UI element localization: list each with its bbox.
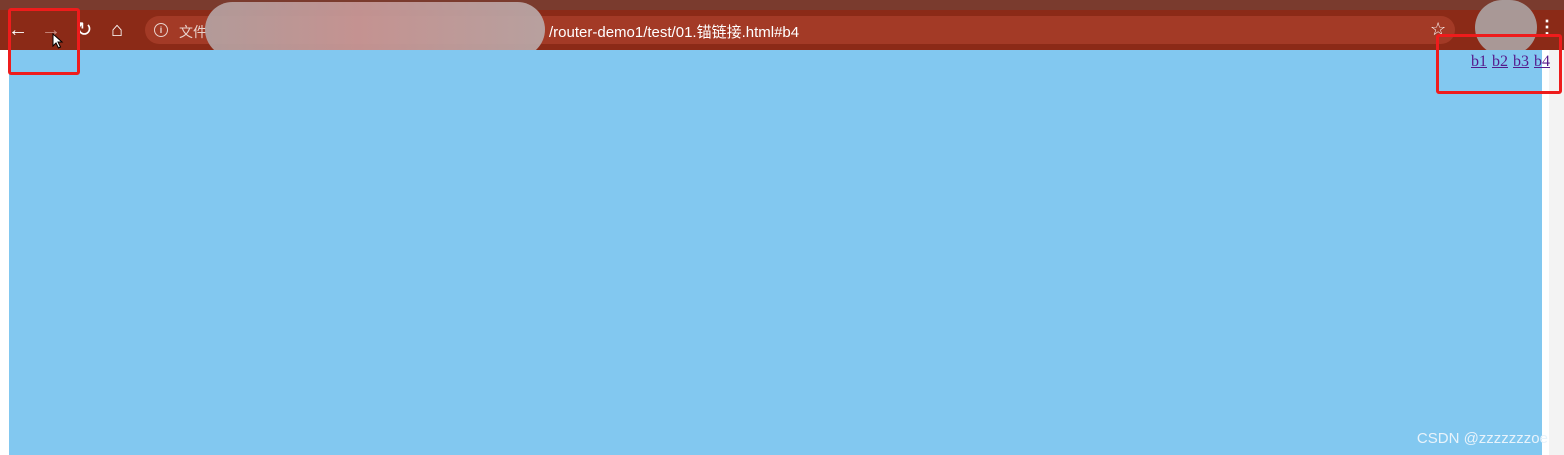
highlight-box-links (1436, 34, 1562, 94)
mouse-cursor-icon (52, 33, 64, 49)
home-icon: ⌂ (110, 19, 124, 41)
vertical-scrollbar[interactable] (1549, 50, 1564, 455)
home-button[interactable]: ⌂ (102, 15, 132, 45)
url-text[interactable]: /router-demo1/test/01.锚链接.html#b4 (549, 21, 799, 42)
page-content-area (9, 50, 1542, 455)
highlight-box-nav (8, 8, 80, 75)
redacted-blur-url (205, 2, 545, 57)
watermark-text: CSDN @zzzzzzzoe (1416, 430, 1548, 447)
info-icon[interactable]: i (154, 23, 168, 37)
file-scheme-label: 文件 (179, 24, 207, 40)
viewport-margin (0, 50, 9, 455)
